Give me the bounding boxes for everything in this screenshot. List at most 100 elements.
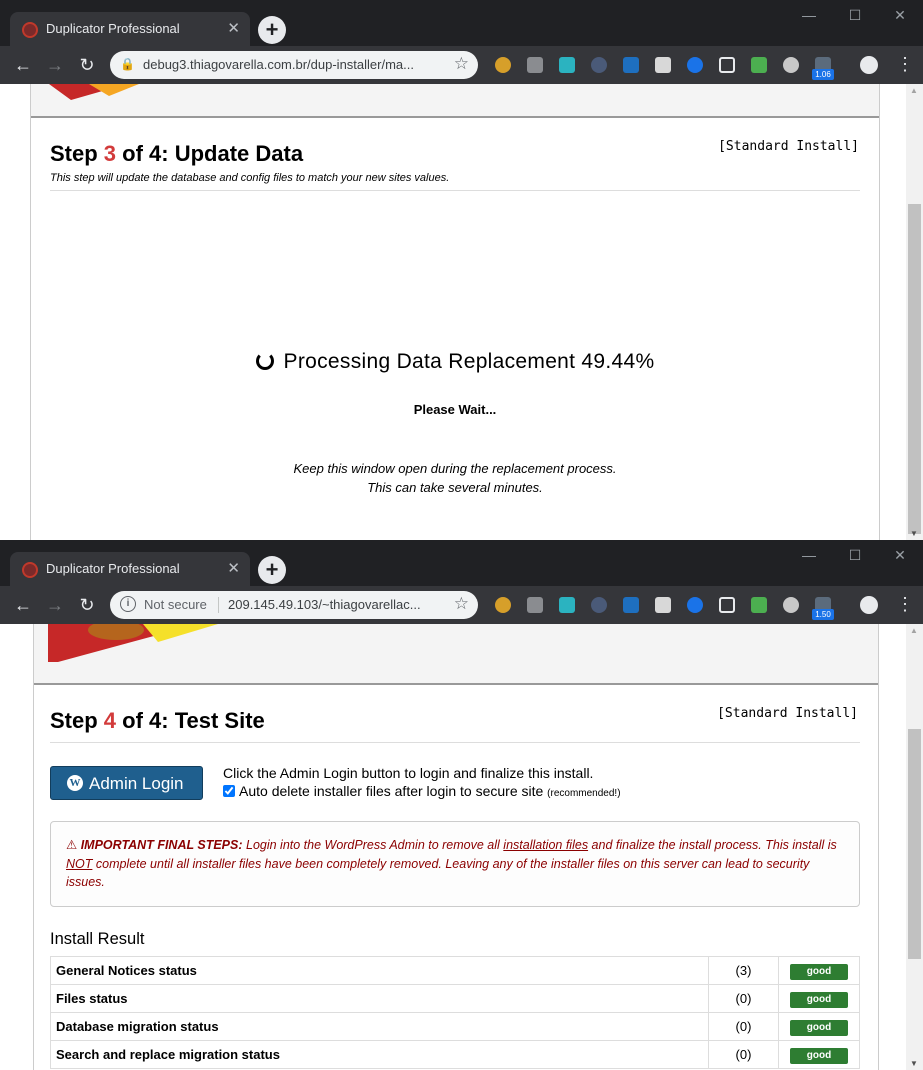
table-row[interactable]: Files status (0) good: [50, 984, 860, 1013]
warning-icon: ⚠: [66, 838, 78, 852]
extension-icon[interactable]: [591, 57, 607, 73]
browser-tab[interactable]: Duplicator Professional ✕: [10, 12, 250, 46]
back-icon[interactable]: ←: [12, 594, 34, 616]
installation-files-link[interactable]: installation files: [503, 838, 588, 852]
extension-icon[interactable]: [527, 57, 543, 73]
status-badge[interactable]: good: [790, 1047, 848, 1064]
close-window-icon[interactable]: ✕: [877, 0, 923, 30]
forward-icon[interactable]: →: [44, 54, 66, 76]
status-badge[interactable]: good: [790, 963, 848, 980]
url-text[interactable]: debug3.thiagovarella.com.br/dup-installe…: [143, 57, 443, 72]
status-badge[interactable]: good: [790, 1019, 848, 1036]
s-extension-icon[interactable]: [655, 57, 671, 73]
install-mode-label[interactable]: [Standard Install]: [717, 706, 858, 721]
bookmark-star-icon[interactable]: ☆: [454, 54, 469, 74]
browser-window-step3: Duplicator Professional ✕ + — ☐ ✕ ← → ↻ …: [0, 0, 923, 540]
extension-icon[interactable]: [783, 597, 799, 613]
page-title: Step 4 of 4: Test Site: [50, 708, 265, 733]
extension-badge: 1.50: [812, 609, 834, 620]
extension-icon[interactable]: [527, 597, 543, 613]
extension-icon[interactable]: [495, 57, 511, 73]
header-banner: [34, 624, 878, 685]
address-bar[interactable]: i Not secure 209.145.49.103/~thiagovarel…: [110, 591, 478, 619]
table-row[interactable]: Search and replace migration status (0) …: [50, 1040, 860, 1069]
header-banner: [31, 84, 879, 118]
install-mode-label[interactable]: [Standard Install]: [718, 139, 859, 154]
new-tab-button[interactable]: +: [258, 16, 286, 44]
s-extension-icon[interactable]: [655, 597, 671, 613]
duplicator-logo-icon: [49, 84, 139, 100]
reload-icon[interactable]: ↻: [76, 54, 98, 76]
browser-toolbar: ← → ↻ 🔒 debug3.thiagovarella.com.br/dup-…: [0, 46, 923, 84]
result-count: (0): [708, 984, 779, 1013]
final-steps-text: ⚠ IMPORTANT FINAL STEPS: Login into the …: [66, 838, 837, 889]
tab-title: Duplicator Professional: [46, 21, 180, 36]
maximize-icon[interactable]: ☐: [832, 0, 878, 30]
auto-delete-label: Auto delete installer files after login …: [239, 783, 544, 799]
reload-icon[interactable]: ↻: [76, 594, 98, 616]
scroll-thumb[interactable]: [908, 729, 921, 959]
lock-icon: 🔒: [120, 57, 135, 71]
browser-tab[interactable]: Duplicator Professional ✕: [10, 552, 250, 586]
wordpress-icon: W: [67, 775, 83, 791]
profile-avatar-icon[interactable]: [860, 56, 878, 74]
install-result-table: General Notices status (3) good Files st…: [50, 956, 860, 1069]
close-window-icon[interactable]: ✕: [877, 540, 923, 570]
s-extension-icon[interactable]: [623, 57, 639, 73]
auto-delete-checkbox[interactable]: [223, 785, 235, 797]
info-icon[interactable]: i: [120, 596, 136, 612]
address-bar[interactable]: 🔒 debug3.thiagovarella.com.br/dup-instal…: [110, 51, 478, 79]
spinner-icon: [255, 352, 274, 370]
login-instruction: Click the Admin Login button to login an…: [223, 765, 594, 781]
scroll-down-icon[interactable]: ▼: [910, 529, 918, 538]
security-status[interactable]: Not secure: [144, 597, 207, 612]
menu-icon[interactable]: ⋮: [896, 54, 914, 75]
table-row[interactable]: Database migration status (0) good: [50, 1012, 860, 1041]
scroll-up-icon[interactable]: ▲: [910, 626, 918, 635]
forward-icon[interactable]: →: [44, 594, 66, 616]
duplicator-favicon-icon: [22, 562, 38, 578]
installer-page: Step 4 of 4: Test Site [Standard Install…: [33, 624, 879, 1070]
scroll-up-icon[interactable]: ▲: [910, 86, 918, 95]
please-wait-text: Please Wait...: [413, 402, 497, 417]
divider: [50, 190, 860, 191]
extension-icon[interactable]: [591, 597, 607, 613]
extension-icon[interactable]: [495, 597, 511, 613]
final-steps-notice: ⚠ IMPORTANT FINAL STEPS: Login into the …: [50, 821, 860, 907]
scrollbar[interactable]: ▲ ▼: [906, 624, 923, 1070]
admin-login-button[interactable]: W Admin Login: [50, 766, 203, 800]
extension-icon[interactable]: [687, 57, 703, 73]
minimize-icon[interactable]: —: [786, 540, 832, 570]
back-icon[interactable]: ←: [12, 54, 34, 76]
screenshot-icon[interactable]: [719, 597, 735, 613]
divider: [50, 742, 860, 743]
extension-icon[interactable]: [751, 57, 767, 73]
save-extension-icon[interactable]: [559, 597, 575, 613]
menu-icon[interactable]: ⋮: [896, 594, 914, 615]
scroll-thumb[interactable]: [908, 204, 921, 534]
page-viewport: Step 4 of 4: Test Site [Standard Install…: [0, 624, 923, 1070]
save-extension-icon[interactable]: [559, 57, 575, 73]
screenshot-icon[interactable]: [719, 57, 735, 73]
extension-icon[interactable]: [751, 597, 767, 613]
extension-icon[interactable]: [687, 597, 703, 613]
url-text[interactable]: 209.145.49.103/~thiagovarellac...: [228, 597, 444, 612]
maximize-icon[interactable]: ☐: [832, 540, 878, 570]
table-row[interactable]: General Notices status (3) good: [50, 956, 860, 985]
new-tab-button[interactable]: +: [258, 556, 286, 584]
profile-avatar-icon[interactable]: [860, 596, 878, 614]
scroll-down-icon[interactable]: ▼: [910, 1059, 918, 1068]
extension-icon[interactable]: [783, 57, 799, 73]
keep-open-note: Keep this window open during the replace…: [293, 461, 617, 495]
tab-close-icon[interactable]: ✕: [227, 19, 240, 37]
tab-close-icon[interactable]: ✕: [227, 559, 240, 577]
page-title: Step 3 of 4: Update Data: [50, 141, 304, 166]
extension-badge: 1.06: [812, 69, 834, 80]
tab-title: Duplicator Professional: [46, 561, 180, 576]
result-name: General Notices status: [50, 956, 709, 985]
bookmark-star-icon[interactable]: ☆: [454, 594, 469, 614]
status-badge[interactable]: good: [790, 991, 848, 1008]
scrollbar[interactable]: ▲ ▼: [906, 84, 923, 540]
minimize-icon[interactable]: —: [786, 0, 832, 30]
s-extension-icon[interactable]: [623, 597, 639, 613]
